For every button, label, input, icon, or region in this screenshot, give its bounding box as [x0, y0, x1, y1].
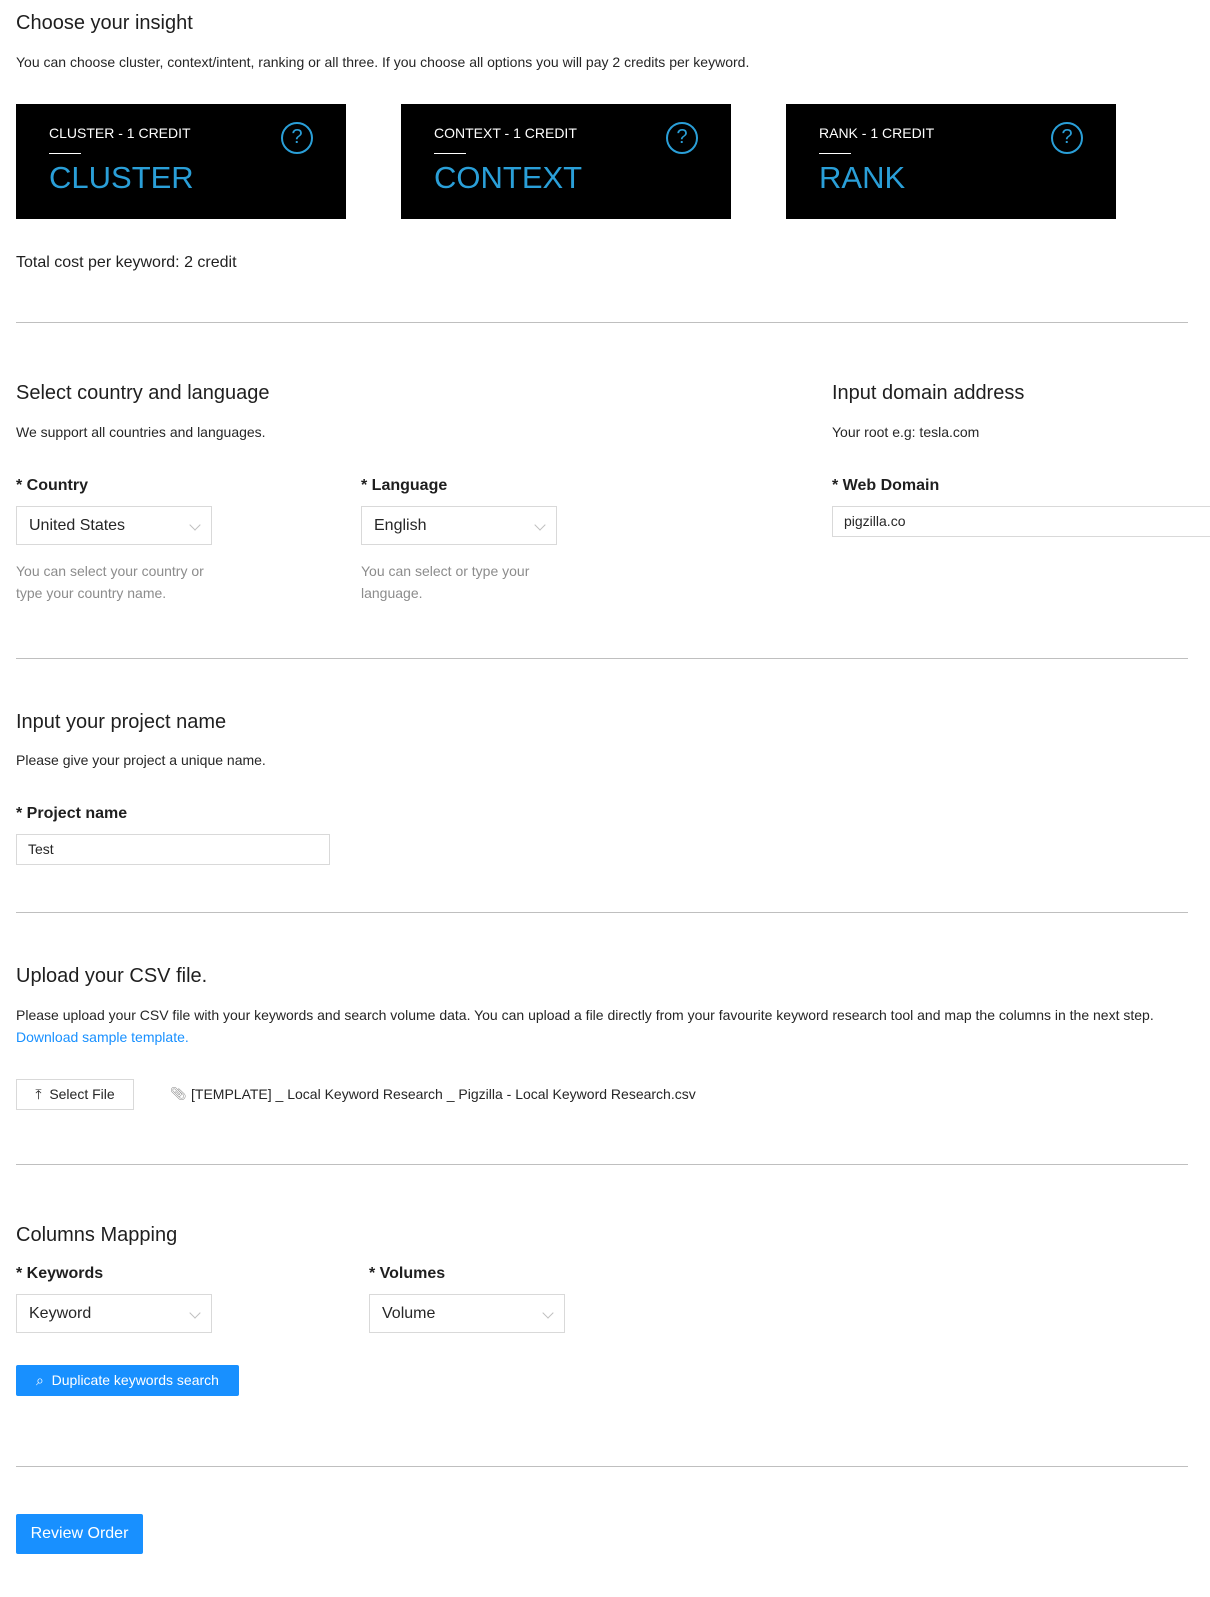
- chevron-down-icon: [542, 1307, 554, 1319]
- paperclip-icon: 📎︎: [170, 1086, 187, 1101]
- divider: [49, 153, 81, 154]
- divider: [16, 322, 1188, 323]
- insight-description: You can choose cluster, context/intent, …: [16, 54, 750, 70]
- divider: [16, 1466, 1188, 1467]
- upload-title: Upload your CSV file.: [16, 965, 208, 987]
- chevron-down-icon: [189, 1307, 201, 1319]
- web-domain-input[interactable]: pigzilla.co: [832, 506, 1210, 537]
- card-subtitle: CLUSTER - 1 CREDIT: [49, 125, 191, 141]
- keywords-select[interactable]: Keyword: [16, 1294, 212, 1333]
- insight-title: Choose your insight: [16, 12, 193, 34]
- country-help: You can select your country or type your…: [16, 563, 204, 601]
- project-title: Input your project name: [16, 711, 227, 733]
- card-context[interactable]: CONTEXT - 1 CREDIT CONTEXT ?: [401, 104, 731, 219]
- volumes-value: Volume: [382, 1305, 436, 1322]
- domain-title: Input domain address: [832, 382, 1025, 404]
- card-name: RANK: [819, 160, 906, 195]
- question-icon[interactable]: ?: [1051, 122, 1083, 154]
- language-label: * Language: [361, 477, 448, 494]
- card-subtitle: CONTEXT - 1 CREDIT: [434, 125, 577, 141]
- mapping-title: Columns Mapping: [16, 1224, 178, 1246]
- domain-label: * Web Domain: [832, 477, 940, 494]
- download-template-link[interactable]: Download sample template.: [16, 1029, 189, 1045]
- divider: [16, 1164, 1188, 1165]
- upload-icon: ⤒: [35, 1086, 42, 1102]
- country-select[interactable]: United States: [16, 506, 212, 545]
- domain-description: Your root e.g: tesla.com: [832, 424, 980, 440]
- divider: [16, 658, 1188, 659]
- language-select[interactable]: English: [361, 506, 557, 545]
- keywords-value: Keyword: [29, 1305, 92, 1322]
- chevron-down-icon: [189, 519, 201, 531]
- country-language-title: Select country and language: [16, 382, 270, 404]
- divider: [819, 153, 851, 154]
- total-cost: Total cost per keyword: 2 credit: [16, 254, 237, 271]
- upload-description: Please upload your CSV file with your ke…: [16, 1007, 1154, 1023]
- card-name: CONTEXT: [434, 160, 583, 195]
- uploaded-file-name[interactable]: [TEMPLATE] _ Local Keyword Research _ Pi…: [191, 1086, 696, 1102]
- select-file-label: Select File: [49, 1086, 115, 1102]
- project-description: Please give your project a unique name.: [16, 752, 266, 768]
- review-order-button[interactable]: Review Order: [16, 1514, 143, 1554]
- select-file-button[interactable]: ⤒ Select File: [16, 1079, 134, 1110]
- volumes-label: * Volumes: [369, 1265, 446, 1282]
- card-name: CLUSTER: [49, 160, 194, 195]
- project-label: * Project name: [16, 805, 128, 822]
- chevron-down-icon: [534, 519, 546, 531]
- question-icon[interactable]: ?: [666, 122, 698, 154]
- search-icon: ⌕: [36, 1372, 44, 1388]
- country-label: * Country: [16, 477, 88, 494]
- duplicate-search-label: Duplicate keywords search: [51, 1372, 219, 1388]
- question-icon[interactable]: ?: [281, 122, 313, 154]
- keywords-label: * Keywords: [16, 1265, 104, 1282]
- project-name-input[interactable]: Test: [16, 834, 330, 865]
- duplicate-search-button[interactable]: ⌕ Duplicate keywords search: [16, 1365, 239, 1396]
- card-cluster[interactable]: CLUSTER - 1 CREDIT CLUSTER ?: [16, 104, 346, 219]
- volumes-select[interactable]: Volume: [369, 1294, 565, 1333]
- card-subtitle: RANK - 1 CREDIT: [819, 125, 935, 141]
- language-help: You can select or type your language.: [361, 563, 530, 601]
- language-value: English: [374, 517, 427, 534]
- country-value: United States: [29, 517, 126, 534]
- country-language-description: We support all countries and languages.: [16, 424, 266, 440]
- divider: [16, 912, 1188, 913]
- card-rank[interactable]: RANK - 1 CREDIT RANK ?: [786, 104, 1116, 219]
- divider: [434, 153, 466, 154]
